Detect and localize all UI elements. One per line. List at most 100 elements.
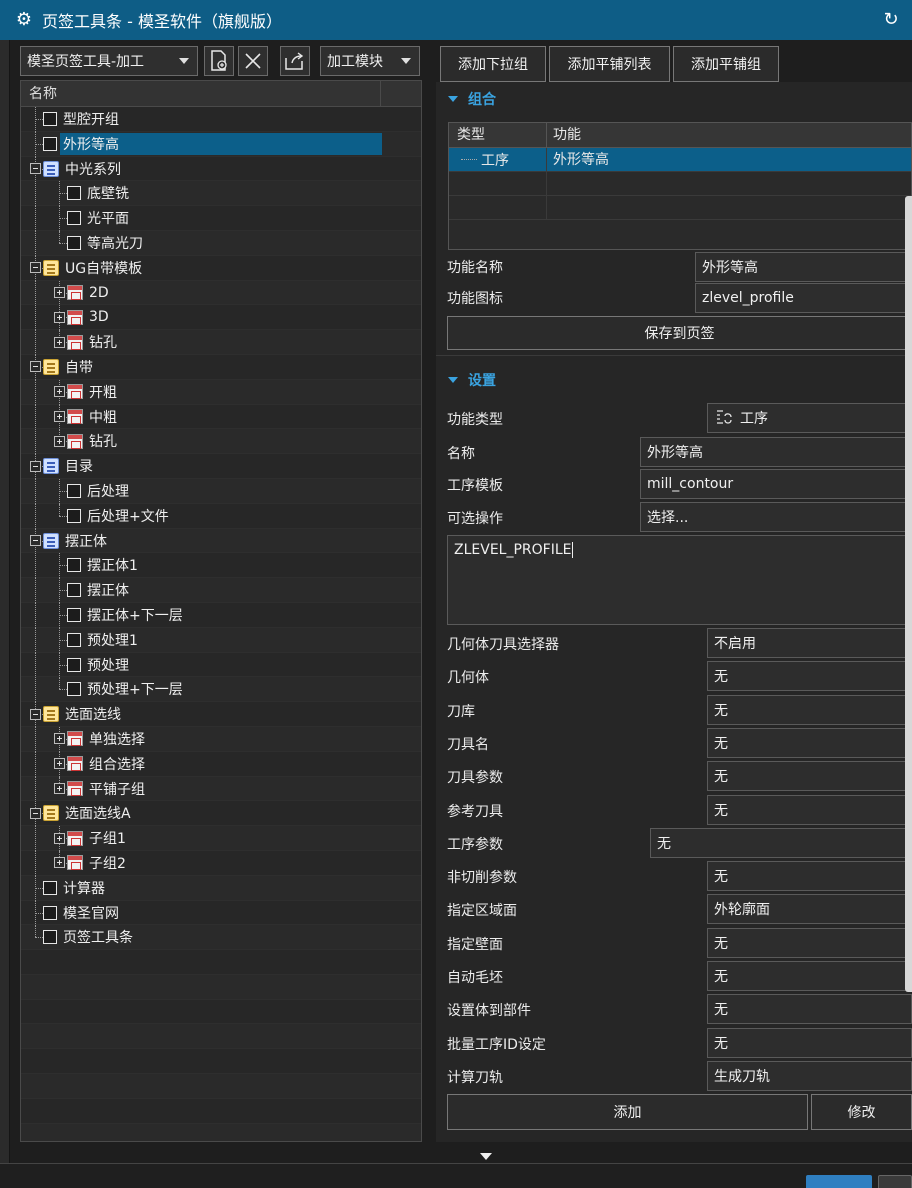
tab-selector-dropdown[interactable]: 模圣页签工具-加工 [20, 46, 198, 76]
gear-icon[interactable]: ⚙ [14, 10, 34, 30]
function-name-input[interactable]: 外形等高 [695, 252, 912, 282]
collapse-icon[interactable] [30, 361, 41, 373]
scrollbar[interactable] [905, 196, 912, 992]
refresh-icon[interactable]: ↻ [880, 9, 902, 31]
tree-item[interactable]: 计算器 [21, 875, 421, 901]
optional-ops-button[interactable]: 选择... [640, 502, 912, 532]
expand-down-icon[interactable] [480, 1153, 492, 1160]
tree-item[interactable]: 开粗 [21, 379, 421, 405]
add-button[interactable]: 添加 [447, 1094, 808, 1130]
tree-item[interactable]: 摆正体 [21, 528, 421, 554]
tree-item[interactable]: 2D [21, 280, 421, 306]
setting-select[interactable]: 外轮廓面 [707, 894, 912, 924]
group-grid[interactable]: 类型 功能 工序 外形等高 [448, 122, 912, 250]
footer-secondary-button[interactable] [878, 1175, 912, 1188]
tree-item[interactable]: 中光系列 [21, 156, 421, 182]
group-section-header[interactable]: 组合 [436, 84, 912, 114]
func-type-select[interactable]: 工序 [707, 403, 912, 433]
export-button[interactable] [280, 46, 310, 76]
add-tile-group-button[interactable]: 添加平铺组 [673, 46, 779, 82]
collapse-icon[interactable] [30, 262, 41, 274]
tree-item[interactable]: 钻孔 [21, 429, 421, 455]
name-input[interactable]: 外形等高 [640, 437, 912, 467]
expand-icon[interactable] [54, 758, 65, 770]
tree-item[interactable]: 等高光刀 [21, 230, 421, 256]
expand-icon[interactable] [54, 857, 65, 869]
tree-item[interactable]: 预处理+下一层 [21, 677, 421, 703]
expand-icon[interactable] [54, 733, 65, 745]
tree-header-name[interactable]: 名称 [21, 81, 381, 106]
tree-item[interactable]: 外形等高 [21, 131, 421, 157]
tree-item-label: 预处理1 [87, 632, 138, 649]
tree-item[interactable]: 平铺子组 [21, 776, 421, 802]
modify-button[interactable]: 修改 [811, 1094, 912, 1130]
setting-select[interactable]: 无 [707, 961, 912, 991]
tree-item[interactable]: UG自带模板 [21, 255, 421, 281]
add-tile-list-button[interactable]: 添加平铺列表 [549, 46, 670, 82]
tile-group-icon [67, 830, 83, 846]
tree-item[interactable]: 预处理1 [21, 627, 421, 653]
grid-row[interactable]: 工序 外形等高 [449, 148, 911, 172]
setting-select[interactable]: 无 [650, 828, 912, 858]
tree-item[interactable]: 摆正体 [21, 578, 421, 604]
collapse-icon[interactable] [30, 535, 41, 547]
tree-item[interactable]: 组合选择 [21, 751, 421, 777]
tree-item[interactable]: 钻孔 [21, 330, 421, 356]
collapse-icon[interactable] [30, 460, 41, 472]
grid-col-type[interactable]: 类型 [449, 123, 547, 147]
setting-select[interactable]: 无 [707, 861, 912, 891]
expand-icon[interactable] [54, 783, 65, 795]
function-tree[interactable]: 名称 型腔开组 外形等高 中光系列 底壁铣 光平面 等高光刀 UG自带模板 2D 3D 钻孔 自带开… [20, 80, 422, 1142]
new-file-button[interactable] [204, 46, 234, 76]
tree-item[interactable]: 预处理 [21, 652, 421, 678]
function-icon-input[interactable]: zlevel_profile [695, 283, 912, 313]
tree-item[interactable]: 子组2 [21, 850, 421, 876]
tree-item[interactable]: 单独选择 [21, 726, 421, 752]
collapse-icon[interactable] [30, 708, 41, 720]
expand-icon[interactable] [54, 336, 65, 348]
save-to-tab-button[interactable]: 保存到页签 [447, 316, 912, 350]
expand-icon[interactable] [54, 435, 65, 447]
add-dropdown-group-button[interactable]: 添加下拉组 [440, 46, 546, 82]
tree-item[interactable]: 光平面 [21, 206, 421, 232]
tree-item[interactable]: 模圣官网 [21, 900, 421, 926]
tree-item[interactable]: 目录 [21, 454, 421, 480]
tree-item[interactable]: 中粗 [21, 404, 421, 430]
tree-item[interactable]: 选面选线A [21, 801, 421, 827]
footer-primary-button[interactable] [806, 1175, 872, 1188]
expand-icon[interactable] [54, 411, 65, 423]
tree-item[interactable]: 型腔开组 [21, 107, 421, 132]
setting-select[interactable]: 无 [707, 728, 912, 758]
collapse-icon[interactable] [30, 807, 41, 819]
setting-select[interactable]: 生成刀轨 [707, 1061, 912, 1091]
setting-select[interactable]: 无 [707, 1028, 912, 1058]
setting-select[interactable]: 无 [707, 928, 912, 958]
tree-item[interactable]: 3D [21, 305, 421, 331]
operation-textarea[interactable]: ZLEVEL_PROFILE [447, 535, 912, 625]
grid-col-function[interactable]: 功能 [547, 123, 911, 147]
setting-select[interactable]: 无 [707, 661, 912, 691]
setting-select[interactable]: 不启用 [707, 628, 912, 658]
setting-select[interactable]: 无 [707, 761, 912, 791]
tree-item[interactable]: 摆正体1 [21, 553, 421, 579]
expand-icon[interactable] [54, 287, 65, 299]
expand-icon[interactable] [54, 386, 65, 398]
op-template-input[interactable]: mill_contour [640, 469, 912, 499]
expand-icon[interactable] [54, 832, 65, 844]
setting-select[interactable]: 无 [707, 695, 912, 725]
module-dropdown[interactable]: 加工模块 [320, 46, 420, 76]
tree-item[interactable]: 后处理+文件 [21, 503, 421, 529]
setting-select[interactable]: 无 [707, 994, 912, 1024]
tree-item[interactable]: 选面选线 [21, 702, 421, 728]
expand-icon[interactable] [54, 311, 65, 323]
delete-button[interactable] [238, 46, 268, 76]
tree-item[interactable]: 页签工具条 [21, 925, 421, 951]
tree-item[interactable]: 后处理 [21, 478, 421, 504]
tree-item[interactable]: 自带 [21, 354, 421, 380]
tree-item[interactable]: 底壁铣 [21, 181, 421, 207]
setting-select[interactable]: 无 [707, 795, 912, 825]
settings-section-header[interactable]: 设置 [436, 365, 912, 395]
collapse-icon[interactable] [30, 163, 41, 175]
tree-item[interactable]: 摆正体+下一层 [21, 602, 421, 628]
tree-item[interactable]: 子组1 [21, 826, 421, 852]
